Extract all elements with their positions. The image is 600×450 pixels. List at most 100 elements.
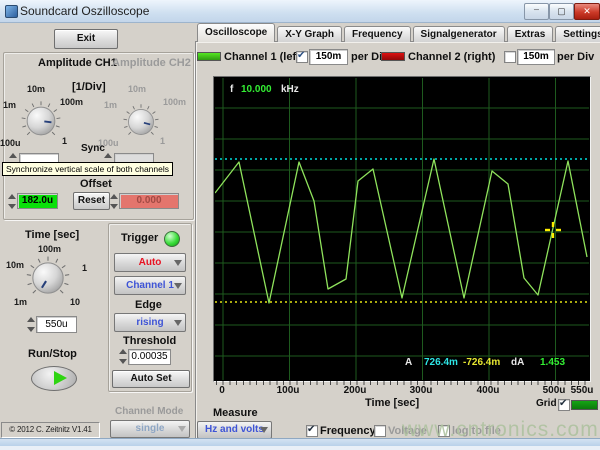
delta-amplitude-label: dA — [511, 357, 524, 368]
channel1-label: Channel 1 (left) — [224, 51, 303, 63]
ch1-offset-field[interactable]: 182.0u — [17, 193, 58, 209]
delta-amplitude-value: 1.453 — [540, 357, 565, 368]
chevron-down-icon — [260, 427, 268, 433]
ch2-scale-10m: 10m — [128, 84, 146, 94]
tab-settings[interactable]: Settings — [555, 26, 600, 42]
measure-mode-value: Hz and volts — [205, 424, 264, 435]
ch2-scale-1m: 1m — [104, 100, 117, 110]
channel2-scale-field[interactable]: 150m — [517, 49, 555, 65]
time-scale-10m: 10m — [6, 260, 24, 270]
channel2-label: Channel 2 (right) — [408, 51, 495, 63]
amplitude-unit-label: [1/Div] — [72, 81, 106, 93]
channel-mode-dropdown[interactable]: single — [110, 420, 190, 438]
run-stop-button[interactable] — [31, 366, 77, 391]
maximize-button[interactable] — [549, 3, 574, 20]
tab-xy-graph[interactable]: X-Y Graph — [277, 26, 342, 42]
offset-label: Offset — [80, 178, 112, 190]
exit-button[interactable]: Exit — [54, 29, 118, 49]
channel1-scale-field[interactable]: 150m — [309, 49, 348, 65]
x-tick-0: 0 — [219, 385, 225, 396]
ch2-offset-field[interactable]: 0.000 — [119, 193, 179, 209]
time-title: Time [sec] — [25, 229, 79, 241]
run-stop-label: Run/Stop — [28, 348, 77, 360]
close-button[interactable] — [574, 3, 600, 20]
amplitude-min-value: -726.4m — [463, 357, 500, 368]
tab-oscilloscope[interactable]: Oscilloscope — [197, 23, 275, 42]
edge-label: Edge — [135, 299, 162, 311]
x-axis-ticks — [216, 381, 588, 385]
amplitude-ch2-title: Amplitude CH2 — [112, 57, 191, 69]
threshold-spinner[interactable] — [119, 349, 127, 364]
x-tick-500u: 500u — [543, 385, 566, 396]
threshold-field[interactable]: 0.00035 — [128, 349, 171, 365]
sync-tooltip: Synchronize vertical scale of both chann… — [2, 162, 173, 176]
trigger-source-dropdown[interactable]: Channel 1 — [114, 276, 186, 295]
trigger-led-icon — [164, 231, 180, 247]
time-scale-10: 10 — [70, 297, 80, 307]
x-tick-100u: 100u — [277, 385, 300, 396]
trigger-edge-dropdown[interactable]: rising — [114, 313, 186, 332]
sync-label: Sync — [81, 143, 105, 154]
per-div-label-2: per Div — [557, 51, 594, 63]
channel1-color-swatch — [197, 52, 221, 61]
grid-color-swatch — [571, 400, 598, 410]
freq-value: 10.000 — [241, 84, 272, 95]
app-icon — [5, 5, 18, 18]
channel-mode-value: single — [136, 423, 165, 434]
ch1-scale-100m: 100m — [60, 97, 83, 107]
minimize-button[interactable] — [524, 3, 549, 20]
time-spinner[interactable] — [27, 317, 35, 332]
tab-strip: Oscilloscope X-Y Graph Frequency Signalg… — [197, 24, 600, 42]
amplitude-ch2-knob[interactable] — [122, 103, 160, 141]
channel1-scale-checkbox[interactable] — [296, 51, 308, 63]
amplitude-max-value: 726.4m — [424, 357, 458, 368]
trigger-edge-value: rising — [136, 317, 163, 328]
x-tick-300u: 300u — [410, 385, 433, 396]
freq-label: f — [230, 84, 233, 95]
time-knob[interactable] — [25, 255, 71, 301]
chevron-down-icon — [174, 283, 182, 289]
x-tick-400u: 400u — [477, 385, 500, 396]
threshold-label: Threshold — [123, 335, 176, 347]
grid-checkbox[interactable] — [558, 399, 570, 411]
window-bottom-border-outer — [0, 446, 600, 450]
time-scale-100m: 100m — [38, 244, 61, 254]
ch1-scale-1: 1 — [62, 136, 67, 146]
ch2-offset-spinner[interactable] — [110, 194, 118, 209]
offset-reset-button[interactable]: Reset — [73, 192, 110, 210]
amplitude-ch1-title: Amplitude CH1 — [38, 57, 117, 69]
time-field[interactable]: 550u — [36, 316, 77, 333]
chevron-down-icon — [178, 426, 186, 432]
ch1-scale-1m: 1m — [3, 100, 16, 110]
trigger-mode-value: Auto — [139, 257, 162, 268]
frequency-label: Frequency — [320, 425, 376, 437]
x-axis-title: Time [sec] — [365, 397, 419, 409]
auto-set-button[interactable]: Auto Set — [112, 370, 190, 388]
voltage-checkbox[interactable] — [374, 425, 386, 437]
ch1-scale-100u: 100u — [0, 138, 21, 148]
chevron-down-icon — [174, 260, 182, 266]
ch1-offset-spinner[interactable] — [8, 194, 16, 209]
scope-display[interactable]: f 10.000 kHz A 726.4m -726.4m dA 1.453 — [213, 76, 591, 382]
measure-mode-dropdown[interactable]: Hz and volts — [197, 421, 272, 439]
ch2-scale-100m: 100m — [163, 97, 186, 107]
waveform-plot[interactable] — [215, 78, 589, 380]
tab-frequency[interactable]: Frequency — [344, 26, 411, 42]
grid-label: Grid — [536, 398, 557, 409]
app-window: Soundcard Oszilloscope Exit Amplitude CH… — [0, 0, 600, 450]
trigger-title: Trigger — [121, 232, 158, 244]
frequency-checkbox[interactable] — [306, 425, 318, 437]
title-bar[interactable]: Soundcard Oszilloscope — [0, 0, 600, 23]
ch1-scale-10m: 10m — [27, 84, 45, 94]
trigger-source-value: Channel 1 — [126, 280, 174, 291]
time-scale-1: 1 — [82, 263, 87, 273]
tab-extras[interactable]: Extras — [507, 26, 554, 42]
amplitude-meas-label: A — [405, 357, 412, 368]
channel2-scale-checkbox[interactable] — [504, 51, 516, 63]
copyright-text: © 2012 C. Zeitnitz V1.41 — [1, 422, 100, 438]
amplitude-ch1-knob[interactable] — [20, 100, 62, 142]
trigger-mode-dropdown[interactable]: Auto — [114, 253, 186, 272]
window-title: Soundcard Oszilloscope — [20, 4, 149, 18]
tab-signalgenerator[interactable]: Signalgenerator — [413, 26, 505, 42]
play-icon — [54, 371, 67, 385]
